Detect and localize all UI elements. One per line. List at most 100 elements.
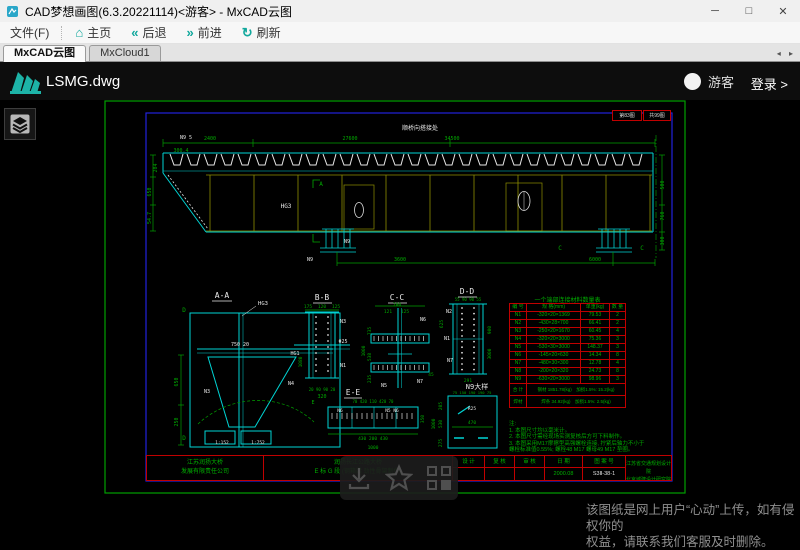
cad-label: 1000 bbox=[431, 418, 437, 429]
login-link[interactable]: 登录 > bbox=[751, 74, 788, 93]
user-chip[interactable]: 游客 bbox=[684, 72, 734, 91]
minimize-button[interactable]: ─ bbox=[698, 0, 732, 22]
cad-label: 120 bbox=[318, 304, 326, 310]
cad-label: Φ25 bbox=[338, 339, 347, 345]
institute-line1: 江苏省交通规划设计院 bbox=[626, 460, 671, 476]
drawing-number: S3Ⅱ-38-1 bbox=[582, 467, 626, 481]
cad-label: 54.7 bbox=[147, 212, 153, 224]
forward-button[interactable]: » 前进 bbox=[176, 24, 231, 41]
cad-label: 320 bbox=[317, 394, 326, 400]
cad-label: 760 bbox=[660, 211, 666, 220]
cad-label: 70 420 110 420 70 bbox=[353, 399, 395, 404]
table-row: N8-200×20×32024.738 bbox=[510, 368, 626, 376]
cad-label: 538 bbox=[367, 353, 373, 361]
material-table: 编 号 规 格(mm) 单重(kg) 数 量 N1-320×20×136979.… bbox=[509, 303, 626, 408]
star-icon[interactable] bbox=[385, 464, 413, 492]
cad-label: 75 150 190 190 75 bbox=[453, 390, 492, 395]
home-label: 主页 bbox=[87, 24, 111, 41]
cad-label: 27600 bbox=[342, 136, 357, 142]
summary-row: 焊材 焊条 34.92(kg) 加损1.5%: 2.5(kg) bbox=[510, 396, 626, 408]
forward-label: 前进 bbox=[198, 24, 222, 41]
cad-label: 900 bbox=[487, 326, 493, 334]
qrcode-icon[interactable] bbox=[426, 465, 452, 491]
cad-label: 3000 bbox=[487, 348, 493, 359]
check-value bbox=[484, 467, 515, 481]
refresh-label: 刷新 bbox=[257, 24, 281, 41]
cad-label: 3600 bbox=[394, 257, 406, 263]
owner-line2: 发展有限责任公司 bbox=[147, 468, 263, 477]
summary-label: 合 计 bbox=[510, 384, 527, 396]
refresh-button[interactable]: ↻ 刷新 bbox=[232, 24, 291, 41]
refresh-icon: ↻ bbox=[242, 26, 253, 39]
cad-label: 121 bbox=[384, 309, 392, 315]
table-row: N6-145×20×63014.348 bbox=[510, 352, 626, 360]
institute-cell: 江苏省交通规划设计院 北京城建设计研究院公司 bbox=[625, 455, 672, 481]
cad-label: 250 bbox=[174, 417, 180, 426]
cad-label: 300 bbox=[660, 236, 666, 245]
section-d-d bbox=[449, 297, 487, 374]
cad-label: N4 bbox=[288, 381, 294, 387]
tab-mxcad-cloud[interactable]: MxCAD云图 bbox=[3, 45, 86, 62]
close-button[interactable]: ✕ bbox=[766, 0, 800, 22]
drawing-notes: 注:1. 本图尺寸均以毫米计。2. 本图尺寸需经现场实测复核后方可下料制作。3.… bbox=[509, 421, 659, 454]
tab-scroll-arrows[interactable]: ◂ ▸ bbox=[777, 49, 796, 58]
cad-label: 1:752 bbox=[251, 440, 265, 446]
col-weight: 单重(kg) bbox=[581, 304, 610, 312]
cad-label: 700 bbox=[393, 302, 401, 308]
cad-label: 750 20 bbox=[231, 342, 249, 348]
copyright-notice: 该图纸是网上用户“心动”上传，如有侵权你的 权益，请联系我们客服及时删除。 bbox=[586, 502, 798, 550]
cad-label: N6 bbox=[420, 317, 426, 323]
date-value: 2000.08 bbox=[544, 467, 583, 481]
cad-label: 625 bbox=[439, 320, 445, 328]
cad-label: 45 bbox=[428, 372, 434, 378]
cad-label: N3 bbox=[340, 319, 346, 325]
layers-icon bbox=[10, 114, 30, 134]
floating-toolbar bbox=[340, 456, 458, 500]
cad-label: 350 bbox=[420, 415, 426, 423]
table-row: N4-320×20×300075.363 bbox=[510, 336, 626, 344]
summary-row: 合 计 钢材 1851.78(kg) 加损1.5%: 15.2(kg) bbox=[510, 384, 626, 396]
cad-label: N1 bbox=[444, 336, 450, 342]
cad-label: E-E bbox=[346, 388, 361, 397]
cad-label: 34500 bbox=[444, 136, 459, 142]
layers-button[interactable] bbox=[4, 108, 36, 140]
cad-label: R25 bbox=[468, 406, 476, 412]
window-title: CAD梦想画图(6.3.20221114)<游客> - MxCAD云图 bbox=[25, 3, 292, 20]
cad-label: D-D bbox=[460, 287, 475, 296]
window-titlebar: CAD梦想画图(6.3.20221114)<游客> - MxCAD云图 ─ □ … bbox=[0, 0, 800, 22]
filename-label: LSMG.dwg bbox=[46, 73, 120, 90]
review-value bbox=[514, 467, 545, 481]
download-icon[interactable] bbox=[346, 465, 372, 491]
beam-grid bbox=[206, 175, 652, 231]
cad-label: 125 bbox=[401, 309, 409, 315]
user-label: 游客 bbox=[708, 72, 734, 91]
file-menu[interactable]: 文件(F) bbox=[0, 24, 59, 41]
notice-line2: 权益，请联系我们客服及时删除。 bbox=[586, 534, 798, 550]
cad-label: N2 bbox=[446, 309, 452, 315]
cad-label: D bbox=[182, 435, 186, 442]
cad-label: 1000 bbox=[368, 445, 379, 451]
cad-label: C bbox=[640, 245, 644, 252]
col-spec: 规 格(mm) bbox=[527, 304, 581, 312]
maximize-button[interactable]: □ bbox=[732, 0, 766, 22]
summary-text: 钢材 1851.78(kg) 加损1.5%: 15.2(kg) bbox=[527, 384, 626, 396]
cad-label: 1:152 bbox=[215, 440, 229, 446]
cad-label: 1080 bbox=[298, 356, 304, 367]
dimension-lines bbox=[150, 139, 665, 266]
owner-line1: 江苏润扬大桥 bbox=[147, 459, 263, 468]
app-icon bbox=[6, 5, 19, 18]
cad-label: 470 bbox=[468, 420, 476, 426]
back-button[interactable]: « 后退 bbox=[121, 24, 176, 41]
tab-mxcloud1[interactable]: MxCloud1 bbox=[89, 45, 161, 61]
cad-label: 2400 bbox=[204, 136, 216, 142]
cad-label: 205 bbox=[438, 402, 444, 410]
cad-label: C-C bbox=[390, 293, 405, 302]
home-button[interactable]: ⌂ 主页 bbox=[65, 24, 121, 41]
avatar bbox=[684, 73, 701, 90]
summary-text: 焊条 34.92(kg) 加损1.5%: 2.5(kg) bbox=[527, 396, 626, 408]
cad-label: 55 90 90 55 bbox=[455, 297, 482, 302]
ticks-cc bbox=[374, 336, 424, 370]
institute-line2: 北京城建设计研究院公司 bbox=[626, 476, 671, 481]
cad-label: HG1 bbox=[290, 351, 299, 357]
cad-label: 275 bbox=[438, 439, 444, 447]
